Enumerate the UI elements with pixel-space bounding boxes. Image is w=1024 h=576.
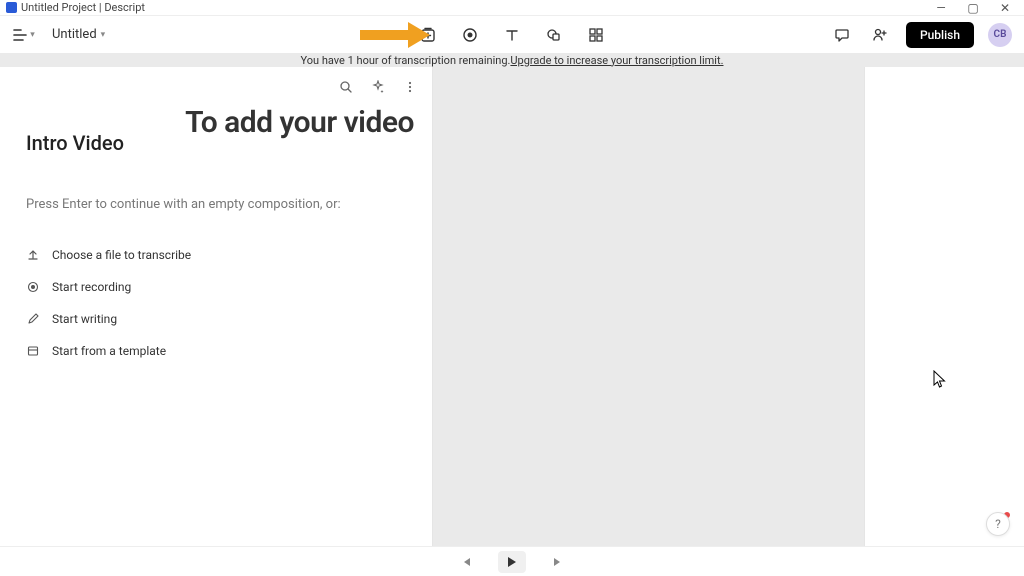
option-label: Start from a template [52,344,166,358]
window-maximize[interactable]: ▢ [966,2,980,14]
properties-pane [865,67,1024,546]
text-icon [504,27,520,43]
window-titlebar: Untitled Project | Descript ― ▢ ✕ [0,0,1024,16]
upload-icon [26,249,40,261]
help-icon: ? [995,517,1001,531]
option-label: Start writing [52,312,117,326]
shapes-tool-button[interactable] [542,23,566,47]
template-icon [26,345,40,357]
script-pane: To add your video Intro Video Press Ente… [0,67,432,546]
skip-forward-icon [552,556,564,568]
choose-file-option[interactable]: Choose a file to transcribe [26,246,432,264]
sparkle-icon [371,80,385,94]
skip-back-icon [460,556,472,568]
project-name: Untitled [52,27,97,42]
start-writing-option[interactable]: Start writing [26,310,432,328]
record-small-icon [26,281,40,293]
list-icon [13,28,27,42]
project-selector[interactable]: Untitled ▾ [46,23,111,46]
window-minimize[interactable]: ― [934,2,948,14]
shapes-icon [546,27,562,43]
comment-icon [834,27,850,43]
empty-composition-hint: Press Enter to continue with an empty co… [0,155,432,212]
grid-icon [589,28,603,42]
share-person-icon [872,27,888,43]
add-media-button[interactable] [416,23,440,47]
play-icon [507,556,517,568]
option-label: Choose a file to transcribe [52,248,191,262]
skip-back-button[interactable] [452,551,480,573]
transcription-notice: You have 1 hour of transcription remaini… [0,53,1024,67]
add-media-icon [420,27,436,43]
chevron-down-icon: ▾ [101,30,106,40]
more-vertical-icon [403,80,417,94]
window-close[interactable]: ✕ [998,2,1012,14]
text-tool-button[interactable] [500,23,524,47]
search-icon [339,80,353,94]
help-button[interactable]: ? [986,512,1010,536]
record-icon [462,27,478,43]
canvas-pane[interactable] [432,67,865,546]
grid-tool-button[interactable] [584,23,608,47]
list-menu-button[interactable]: ▾ [12,23,36,47]
skip-forward-button[interactable] [544,551,572,573]
share-button[interactable] [868,23,892,47]
search-script-button[interactable] [338,79,354,95]
chevron-down-icon: ▾ [30,30,35,40]
play-button[interactable] [498,551,526,573]
upgrade-link[interactable]: Upgrade to increase your transcription l… [510,54,723,67]
app-icon [6,2,17,13]
transport-bar [0,546,1024,576]
pencil-icon [26,313,40,325]
option-label: Start recording [52,280,131,294]
tutorial-heading: To add your video [185,105,414,140]
more-script-button[interactable] [402,79,418,95]
user-avatar[interactable]: CB [988,23,1012,47]
ai-actions-button[interactable] [370,79,386,95]
start-template-option[interactable]: Start from a template [26,342,432,360]
main-toolbar: ▾ Untitled ▾ Publish CB [0,16,1024,53]
record-button[interactable] [458,23,482,47]
start-recording-option[interactable]: Start recording [26,278,432,296]
main-area: To add your video Intro Video Press Ente… [0,67,1024,546]
comments-button[interactable] [830,23,854,47]
notice-text: You have 1 hour of transcription remaini… [301,54,511,67]
publish-button[interactable]: Publish [906,22,974,48]
window-title: Untitled Project | Descript [21,1,145,14]
